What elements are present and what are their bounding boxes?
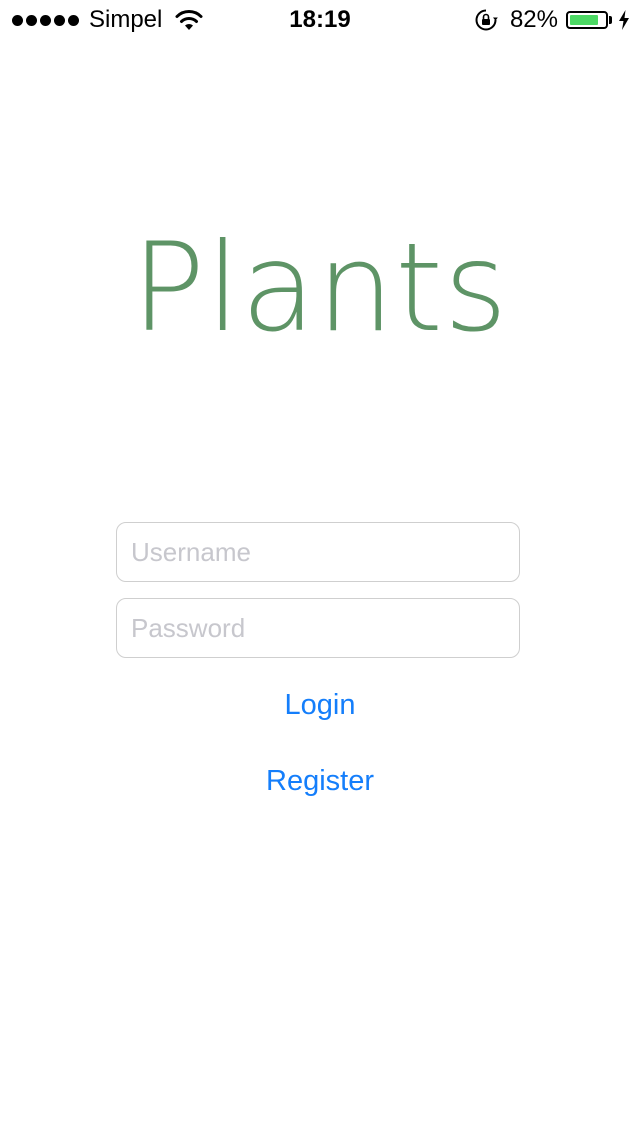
- battery-tip: [609, 16, 612, 24]
- rotation-lock-icon: [475, 9, 498, 31]
- battery-percent: 82%: [509, 6, 558, 33]
- register-button[interactable]: Register: [0, 761, 640, 801]
- charging-bolt-icon: [619, 10, 629, 30]
- battery-fill: [570, 15, 598, 25]
- username-field[interactable]: [116, 522, 520, 582]
- battery-icon: [566, 11, 608, 29]
- login-button[interactable]: Login: [0, 685, 640, 725]
- status-right: 82%: [474, 0, 630, 40]
- password-field[interactable]: [116, 598, 520, 658]
- status-bar: Simpel 18:19 82%: [0, 0, 640, 40]
- app-title: Plants: [131, 217, 509, 359]
